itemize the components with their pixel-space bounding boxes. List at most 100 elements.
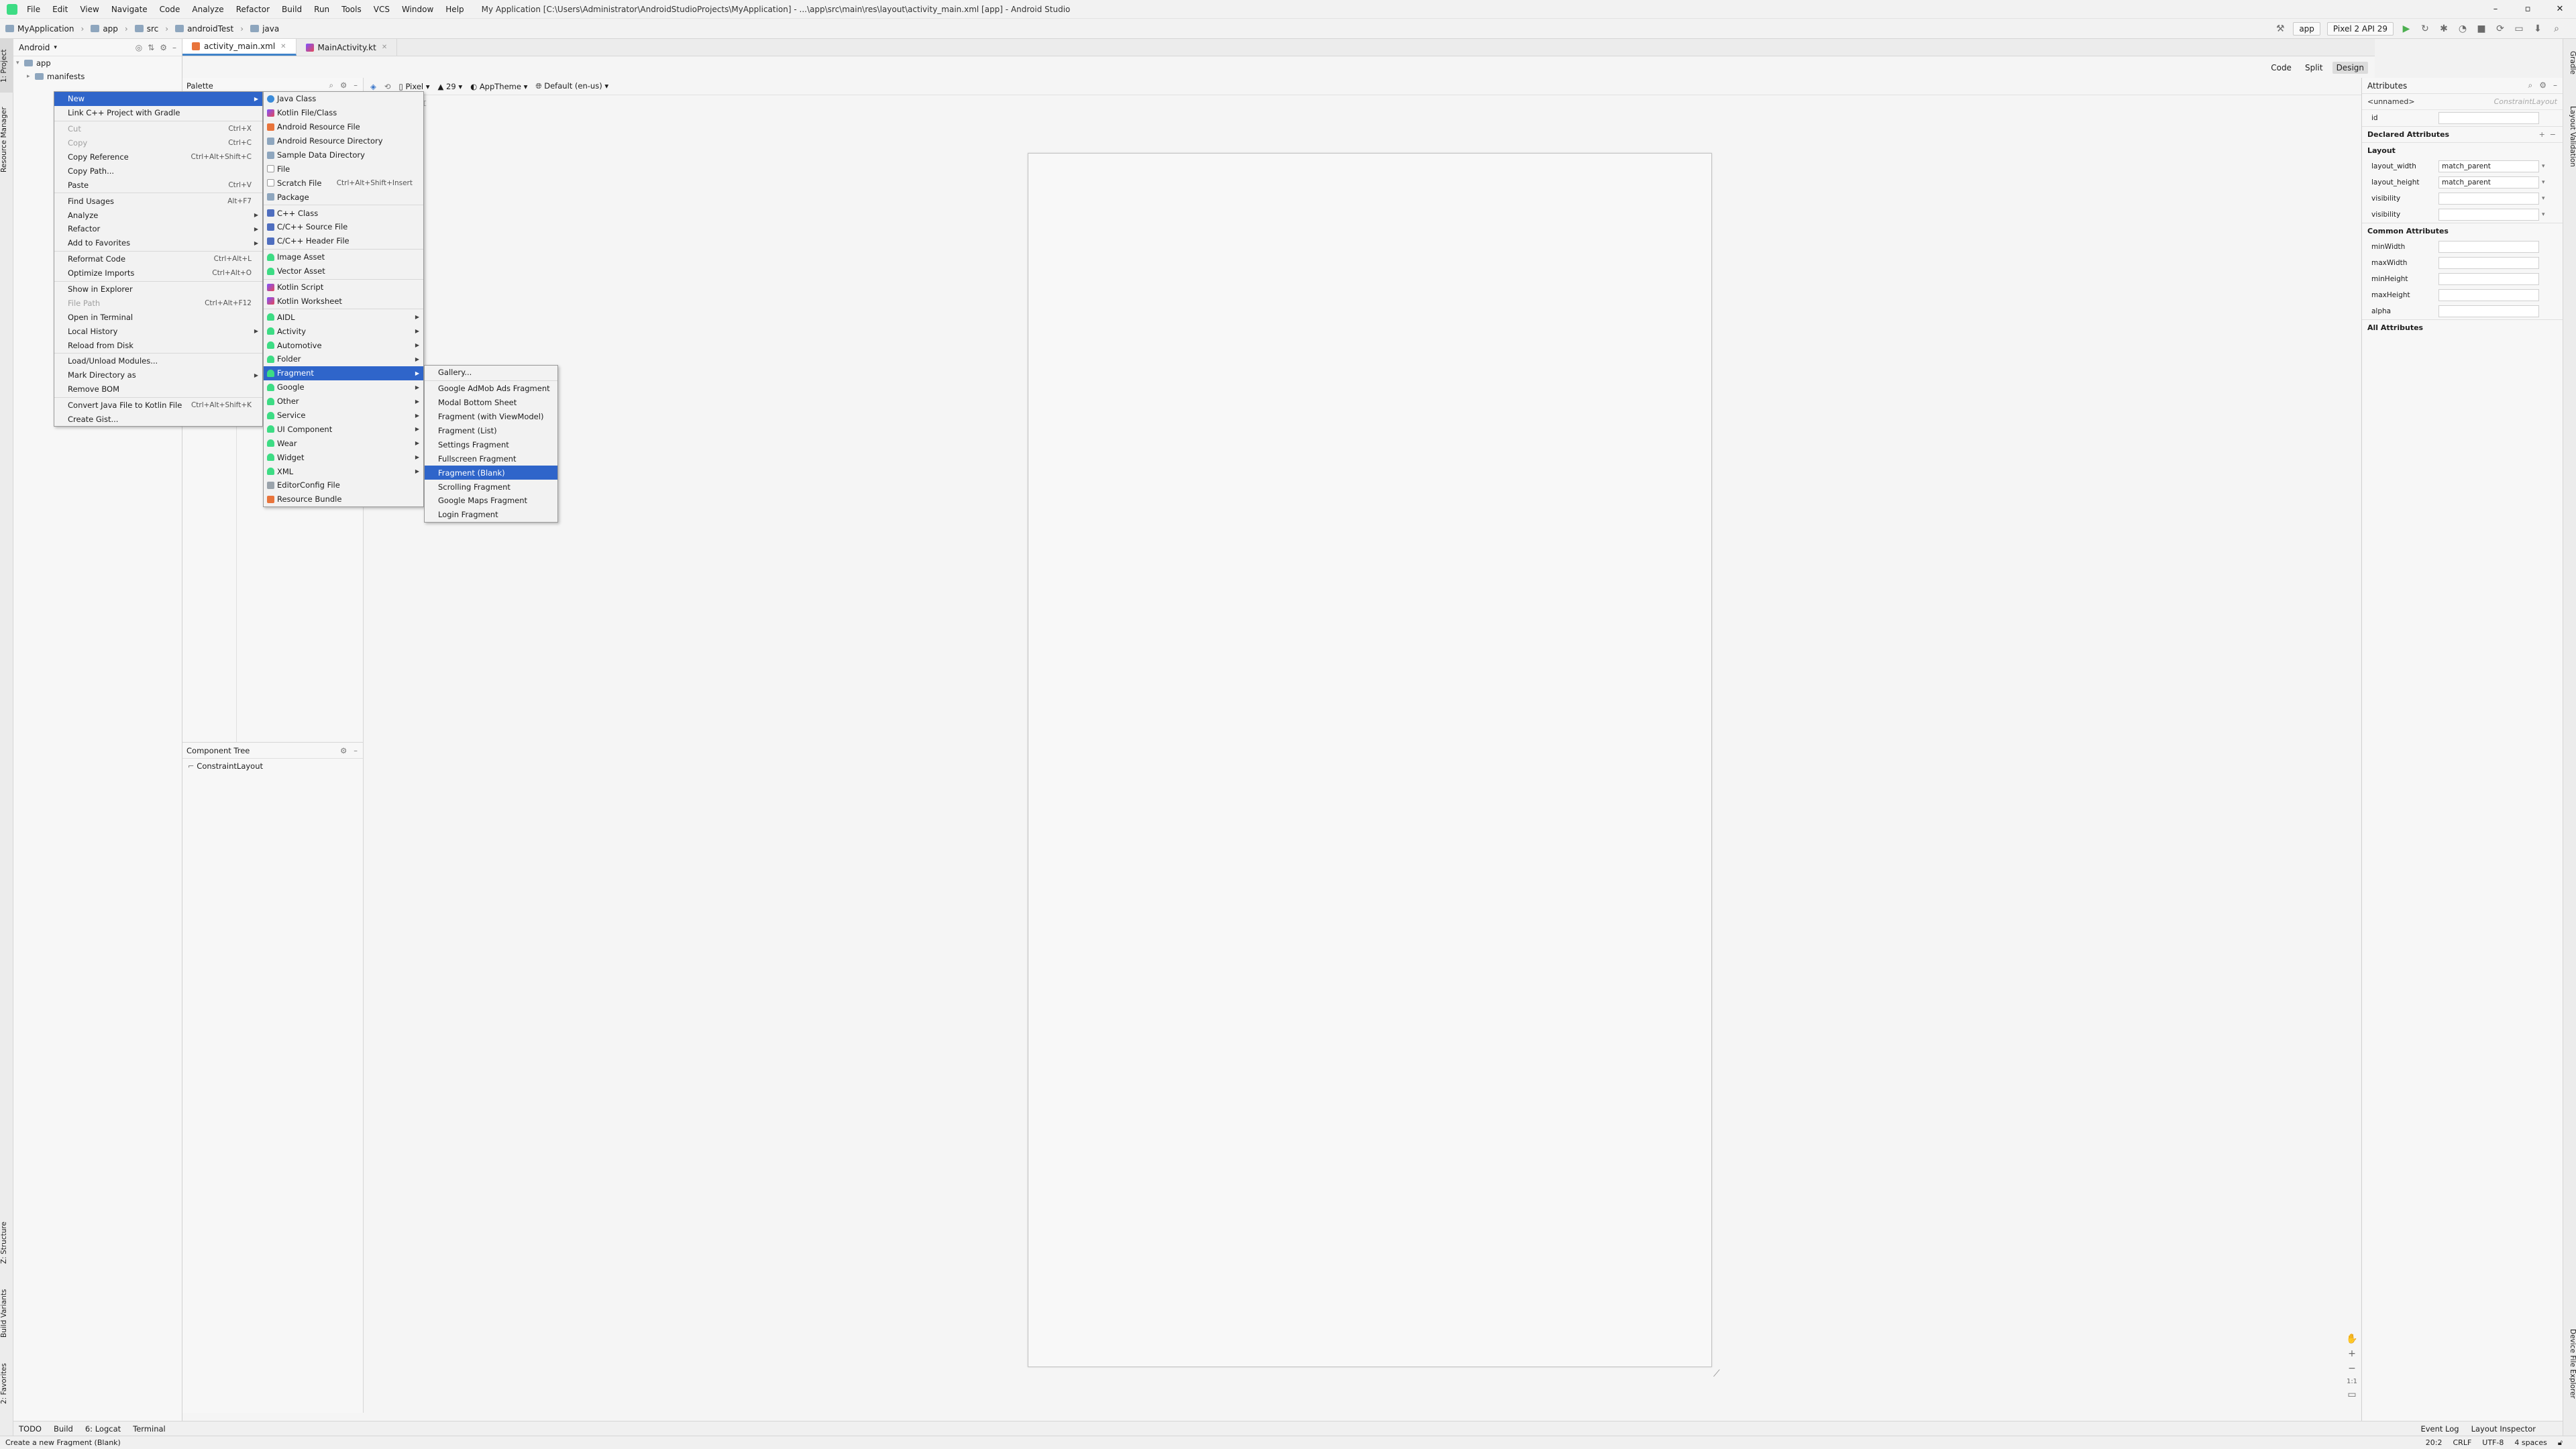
- menu-item-image-asset[interactable]: Image Asset: [264, 250, 423, 264]
- menu-edit[interactable]: Edit: [52, 5, 68, 14]
- code-view-button[interactable]: Code: [2267, 62, 2296, 74]
- menu-analyze[interactable]: Analyze: [192, 5, 223, 14]
- menu-item-fragment[interactable]: Fragment ▶: [264, 366, 423, 380]
- menu-item-analyze[interactable]: Analyze ▶: [54, 208, 262, 222]
- menu-item-settings-fragment[interactable]: Settings Fragment: [425, 437, 557, 451]
- menu-item-show-in-explorer[interactable]: Show in Explorer: [54, 282, 262, 297]
- menu-item-scrolling-fragment[interactable]: Scrolling Fragment: [425, 480, 557, 494]
- menu-item-login-fragment[interactable]: Login Fragment: [425, 508, 557, 522]
- collapse-icon[interactable]: ⇅: [148, 43, 154, 52]
- search-icon[interactable]: ⌕: [329, 80, 333, 91]
- breadcrumb-java[interactable]: java: [250, 24, 279, 34]
- rerun-icon[interactable]: ↻: [2419, 23, 2431, 35]
- orientation-icon[interactable]: ⟲: [384, 82, 391, 91]
- menu-item-automotive[interactable]: Automotive ▶: [264, 338, 423, 352]
- tab-activity-main-xml[interactable]: activity_main.xml ✕: [182, 39, 297, 56]
- menu-item-android-resource-directory[interactable]: Android Resource Directory: [264, 134, 423, 148]
- profile-icon[interactable]: ◔: [2457, 23, 2469, 35]
- lock-icon[interactable]: 🔓︎: [2558, 1438, 2563, 1448]
- menu-item-c-c-source-file[interactable]: C/C++ Source File: [264, 220, 423, 234]
- tab-mainactivity-kt[interactable]: MainActivity.kt ✕: [297, 39, 398, 56]
- structure-tab[interactable]: Z: Structure: [0, 1213, 13, 1273]
- device-file-explorer-tab[interactable]: Device File Explorer: [2563, 1313, 2576, 1414]
- menu-item-add-to-favorites[interactable]: Add to Favorites ▶: [54, 236, 262, 250]
- declared-attributes-section[interactable]: Declared Attributes + −: [2362, 126, 2563, 142]
- zoom-out-icon[interactable]: −: [2348, 1363, 2356, 1374]
- chevron-down-icon[interactable]: ▾: [2542, 179, 2545, 186]
- menu-item-fragment-list[interactable]: Fragment (List): [425, 424, 557, 438]
- gear-icon[interactable]: ⚙: [2539, 80, 2546, 91]
- component-tree-root[interactable]: ⌐ ConstraintLayout: [182, 759, 363, 773]
- expand-arrow-icon[interactable]: ▾: [16, 60, 24, 66]
- avd-manager-icon[interactable]: ▭: [2513, 23, 2525, 35]
- menu-item-mark-directory-as[interactable]: Mark Directory as ▶: [54, 368, 262, 382]
- menu-item-fragment-blank[interactable]: Fragment (Blank): [425, 466, 557, 480]
- menu-navigate[interactable]: Navigate: [111, 5, 148, 14]
- chevron-down-icon[interactable]: ▾: [2542, 211, 2545, 218]
- target-icon[interactable]: ◎: [136, 43, 142, 52]
- zoom-actual-icon[interactable]: 1:1: [2347, 1378, 2357, 1385]
- device-select[interactable]: Pixel 2 API 29: [2326, 22, 2394, 36]
- chevron-down-icon[interactable]: ▾: [54, 44, 57, 51]
- build-variants-tab[interactable]: Build Variants: [0, 1280, 13, 1347]
- close-tab-icon[interactable]: ✕: [280, 43, 286, 50]
- tree-item-app[interactable]: ▾ app: [13, 56, 182, 70]
- tool-todo[interactable]: TODO: [19, 1424, 42, 1434]
- menu-item-fullscreen-fragment[interactable]: Fullscreen Fragment: [425, 451, 557, 466]
- stop-icon[interactable]: ■: [2475, 23, 2487, 35]
- file-encoding[interactable]: UTF-8: [2482, 1438, 2504, 1448]
- design-view-button[interactable]: Design: [2332, 62, 2368, 74]
- close-tab-icon[interactable]: ✕: [382, 44, 387, 51]
- project-view-select[interactable]: Android: [19, 43, 50, 52]
- menu-file[interactable]: File: [27, 5, 40, 14]
- locale-select[interactable]: 🌐︎ Default (en-us) ▾: [535, 81, 608, 91]
- caret-position[interactable]: 20:2: [2426, 1438, 2443, 1448]
- menu-item-fragment-with-viewmodel[interactable]: Fragment (with ViewModel): [425, 410, 557, 424]
- layout-width-field[interactable]: match_parent: [2438, 160, 2539, 172]
- alpha-field[interactable]: [2438, 305, 2539, 317]
- menu-item-wear[interactable]: Wear ▶: [264, 436, 423, 450]
- menu-item-open-in-terminal[interactable]: Open in Terminal: [54, 310, 262, 324]
- favorites-tab[interactable]: 2: Favorites: [0, 1354, 13, 1414]
- minimize-icon[interactable]: –: [2479, 0, 2512, 19]
- minwidth-field[interactable]: [2438, 241, 2539, 253]
- hide-icon[interactable]: –: [172, 43, 176, 52]
- layout-validation-tab[interactable]: Layout Validation: [2563, 93, 2576, 180]
- menu-item-kotlin-worksheet[interactable]: Kotlin Worksheet: [264, 294, 423, 308]
- menu-item-copy-reference[interactable]: Copy Reference Ctrl+Alt+Shift+C: [54, 150, 262, 164]
- resize-handle-icon[interactable]: ⟋: [1713, 1368, 1720, 1379]
- breadcrumb-src[interactable]: src ›: [134, 24, 168, 34]
- menu-item-copy-path[interactable]: Copy Path...: [54, 164, 262, 178]
- breadcrumb-app[interactable]: app ›: [91, 24, 128, 34]
- menu-item-android-resource-file[interactable]: Android Resource File: [264, 120, 423, 134]
- hammer-icon[interactable]: ⚒: [2274, 23, 2286, 35]
- search-icon[interactable]: ⌕: [2528, 80, 2533, 91]
- menu-item-vector-asset[interactable]: Vector Asset: [264, 264, 423, 278]
- visibility-field[interactable]: [2438, 209, 2539, 221]
- remove-icon[interactable]: −: [2550, 130, 2556, 139]
- menu-item-folder[interactable]: Folder ▶: [264, 352, 423, 366]
- gear-icon[interactable]: ⚙: [340, 746, 347, 755]
- hide-icon[interactable]: –: [354, 80, 358, 91]
- tree-item-manifests[interactable]: ▸ manifests: [13, 70, 182, 83]
- menu-item-reload-from-disk[interactable]: Reload from Disk: [54, 338, 262, 352]
- expand-arrow-icon[interactable]: ▸: [27, 73, 35, 80]
- chevron-down-icon[interactable]: ▾: [2542, 163, 2545, 170]
- menu-help[interactable]: Help: [445, 5, 464, 14]
- maxheight-field[interactable]: [2438, 289, 2539, 301]
- zoom-fit-icon[interactable]: ▭: [2347, 1389, 2356, 1400]
- menu-item-gallery[interactable]: Gallery...: [425, 366, 557, 380]
- gear-icon[interactable]: ⚙: [340, 80, 347, 91]
- sdk-manager-icon[interactable]: ⬇: [2532, 23, 2544, 35]
- add-icon[interactable]: +: [2539, 130, 2545, 139]
- menu-item-kotlin-file-class[interactable]: Kotlin File/Class: [264, 106, 423, 120]
- search-icon[interactable]: ⌕: [2551, 23, 2563, 35]
- menu-item-activity[interactable]: Activity ▶: [264, 324, 423, 338]
- menu-item-aidl[interactable]: AIDL ▶: [264, 310, 423, 324]
- menu-item-convert-java-file-to-kotlin-file[interactable]: Convert Java File to Kotlin File Ctrl+Alt…: [54, 398, 262, 413]
- tool-layout-inspector[interactable]: Layout Inspector: [2471, 1424, 2536, 1434]
- menu-item-editorconfig-file[interactable]: EditorConfig File: [264, 478, 423, 492]
- menu-item-scratch-file[interactable]: Scratch File Ctrl+Alt+Shift+Insert: [264, 176, 423, 190]
- resource-manager-tab[interactable]: Resource Manager: [0, 99, 13, 180]
- menu-refactor[interactable]: Refactor: [236, 5, 270, 14]
